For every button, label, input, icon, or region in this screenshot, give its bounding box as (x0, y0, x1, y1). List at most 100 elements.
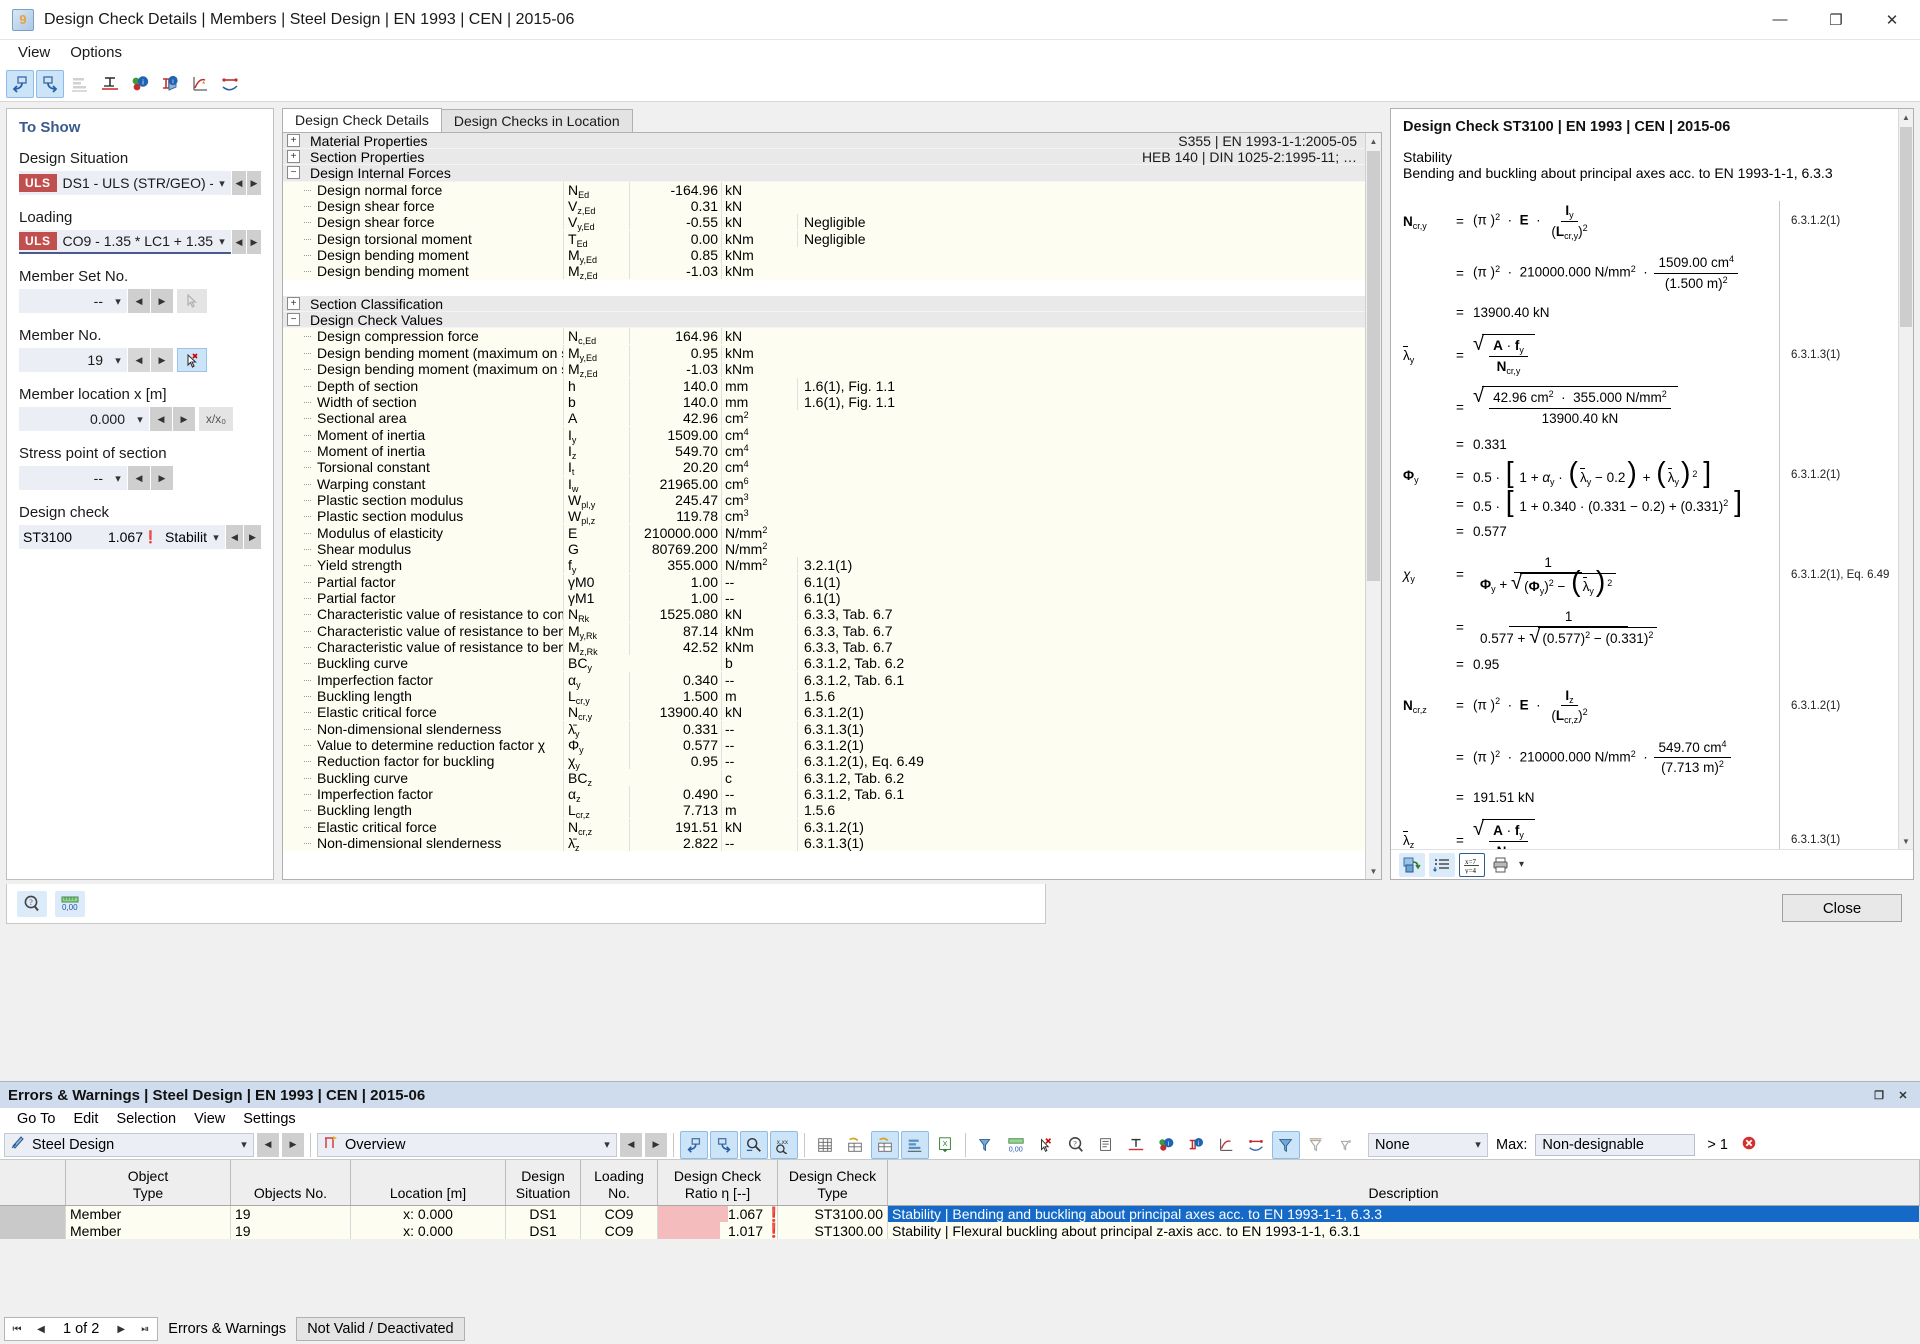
menu-item-view[interactable]: View (8, 42, 60, 63)
formula-values-icon[interactable]: x=7 y=4 (1459, 852, 1485, 877)
tree-row[interactable]: Partial factor γM1 1.00 -- 6.1(1) (283, 589, 1365, 607)
tree-row[interactable]: Width of section b 140.0 mm 1.6(1), Fig. 1.1 (283, 393, 1365, 411)
view-prev-button[interactable]: ◀ (620, 1132, 642, 1157)
bw-diagram-icon[interactable] (1212, 1131, 1240, 1159)
tree-row[interactable]: Design bending moment (maximum on segmen… (283, 344, 1365, 363)
last-page-icon[interactable]: ⏯ (133, 1324, 157, 1335)
tree-row[interactable]: Depth of section h 140.0 mm 1.6(1), Fig. 1.1 (283, 377, 1365, 394)
chevron-down-icon[interactable]: ▾ (109, 354, 127, 367)
diagram-icon[interactable] (186, 70, 214, 98)
stress-point-prev-button[interactable]: ◀ (128, 466, 150, 490)
print-dropdown-icon[interactable]: ▾ (1519, 859, 1524, 870)
tree-row[interactable]: Non-dimensional slenderness λ̄z 2.822 -- 6.3… (283, 834, 1365, 853)
tree-row[interactable]: Design torsional moment TEd 0.00 kNm Negligi… (283, 230, 1365, 249)
member-location-prev-button[interactable]: ◀ (150, 407, 172, 431)
chevron-down-icon[interactable]: ▾ (131, 413, 149, 426)
chevron-down-icon[interactable]: ▾ (1469, 1138, 1487, 1151)
tree-row[interactable]: Buckling curve BCz c 6.3.1.2, Tab. 6.2 (283, 769, 1365, 788)
loading-combo[interactable]: ULS CO9 - 1.35 * LC1 + 1.35 * LC2 + … ▾ (19, 230, 231, 254)
design-situation-next-button[interactable]: ▶ (247, 171, 261, 195)
print-icon[interactable] (1489, 853, 1515, 877)
chevron-down-icon[interactable]: ▾ (207, 531, 225, 544)
relative-location-button[interactable]: x/x₀ (199, 407, 233, 431)
bw-units-icon[interactable]: 0,00 (1002, 1131, 1030, 1159)
tree-row[interactable]: Non-dimensional slenderness λ̄y 0.331 -- 6.3… (283, 720, 1365, 739)
scroll-down-icon[interactable]: ▼ (1899, 833, 1913, 849)
tree-row[interactable]: Buckling curve BCy b 6.3.1.2, Tab. 6.2 (283, 655, 1365, 673)
filter-combo[interactable]: None ▾ (1368, 1132, 1488, 1157)
tree-scrollbar[interactable]: ▲ ▼ (1365, 133, 1381, 879)
tree-row[interactable]: Design shear force Vy,Ed -0.55 kN Negligible (283, 214, 1365, 232)
tree-row[interactable]: Modulus of elasticity E 210000.000 N/mm2 (283, 524, 1365, 541)
design-situation-combo[interactable]: ULS DS1 - ULS (STR/GEO) - Permane… ▾ (19, 171, 231, 195)
tree-row[interactable]: Buckling length Lcr,y 1.500 m 1.5.6 (283, 687, 1365, 706)
member-set-next-button[interactable]: ▶ (151, 289, 173, 313)
tree-row[interactable]: Shear modulus G 80769.200 N/mm2 (283, 540, 1365, 558)
tree-row[interactable]: Plastic section modulus Wpl,z 119.78 cm3 (283, 508, 1365, 526)
module-combo[interactable]: Steel Design ▾ (4, 1132, 254, 1157)
material-info-icon[interactable]: i (126, 70, 154, 98)
bw-menu-settings[interactable]: Settings (234, 1110, 304, 1128)
tree-row[interactable]: Elastic critical force Ncr,z 191.51 kN 6.3.1… (283, 818, 1365, 837)
bw-filter-2-icon[interactable] (1302, 1131, 1330, 1159)
list-icon[interactable] (1429, 852, 1455, 877)
close-button[interactable]: Close (1782, 894, 1902, 922)
help-icon[interactable]: ? (17, 890, 47, 917)
group-section-classification[interactable]: + Section Classification (283, 296, 1365, 313)
next-check-icon[interactable] (36, 69, 64, 98)
chevron-down-icon[interactable]: ▾ (213, 235, 231, 248)
bw-table-icon[interactable] (811, 1131, 839, 1159)
scroll-up-icon[interactable]: ▲ (1899, 109, 1913, 125)
maximize-icon[interactable]: ❐ (1808, 0, 1864, 40)
column-header[interactable]: Description (888, 1160, 1920, 1205)
tree-row[interactable]: Characteristic value of resistance to be… (283, 622, 1365, 641)
bw-filter-3-icon[interactable] (1332, 1131, 1360, 1159)
tree-row[interactable]: Imperfection factor αz 0.490 -- 6.3.1.2, Tab… (283, 785, 1365, 804)
tab-errors-warnings[interactable]: Errors & Warnings (158, 1317, 296, 1341)
tab-design-checks-in-location[interactable]: Design Checks in Location (440, 109, 633, 132)
bw-section-info-icon[interactable]: i (1182, 1131, 1210, 1159)
expander-icon[interactable]: + (287, 134, 300, 148)
stress-point-combo[interactable]: -- ▾ (19, 466, 127, 490)
member-set-prev-button[interactable]: ◀ (128, 289, 150, 313)
bw-close-icon[interactable]: ✕ (1892, 1085, 1914, 1105)
tree-row[interactable]: Reduction factor for buckling χy 0.95 -- 6.3… (283, 753, 1365, 771)
tree-row[interactable]: Warping constant Iw 21965.00 cm6 (283, 475, 1365, 494)
tree-row[interactable]: Torsional constant It 20.20 cm4 (283, 459, 1365, 477)
export-icon[interactable] (1399, 852, 1425, 877)
view-combo[interactable]: Overview ▾ (317, 1132, 617, 1157)
chevron-down-icon[interactable]: ▾ (109, 295, 127, 308)
bw-help-icon[interactable]: ? (1062, 1131, 1090, 1159)
bw-table-filter-icon[interactable] (871, 1130, 899, 1159)
bw-filter-active-icon[interactable] (1272, 1130, 1300, 1159)
chevron-down-icon[interactable]: ▾ (235, 1138, 253, 1151)
column-header[interactable]: Design Situation (506, 1160, 581, 1205)
member-set-combo[interactable]: -- ▾ (19, 289, 127, 313)
group-material-properties[interactable]: + Material Properties S355 | EN 1993-1-1… (283, 133, 1365, 150)
prev-page-icon[interactable]: ◀ (29, 1324, 53, 1335)
stress-point-next-button[interactable]: ▶ (151, 466, 173, 490)
bw-menu-goto[interactable]: Go To (8, 1110, 64, 1128)
table-row[interactable]: Member19x: 0.000DS1CO91.067❗ST3100.00Sta… (0, 1206, 1920, 1223)
tree-row[interactable]: Elastic critical force Ncr,y 13900.40 kN 6.3… (283, 704, 1365, 722)
bw-filter-funnel-icon[interactable] (972, 1131, 1000, 1159)
module-prev-button[interactable]: ◀ (257, 1132, 279, 1157)
bw-menu-view[interactable]: View (185, 1110, 234, 1128)
tree-row[interactable]: Value to determine reduction factor χ Φy 0… (283, 736, 1365, 755)
tree-row[interactable]: Sectional area A 42.96 cm2 (283, 410, 1365, 427)
bw-previous-icon[interactable] (680, 1130, 708, 1159)
tree-row[interactable]: Yield strength fy 355.000 N/mm2 3.2.1(1) (283, 557, 1365, 575)
error-indicator-icon[interactable] (1740, 1134, 1758, 1156)
scroll-up-icon[interactable]: ▲ (1366, 133, 1381, 149)
member-no-prev-button[interactable]: ◀ (128, 348, 150, 372)
tree-row[interactable]: Design normal force NEd -164.96 kN (283, 181, 1365, 200)
loading-next-button[interactable]: ▶ (247, 230, 261, 254)
bw-excel-export-icon[interactable]: X (931, 1131, 959, 1159)
expander-icon[interactable]: − (287, 313, 300, 327)
bw-next-icon[interactable] (710, 1130, 738, 1159)
previous-check-icon[interactable] (6, 69, 34, 98)
minimize-icon[interactable]: — (1752, 0, 1808, 40)
tree-row[interactable]: Moment of inertia Iy 1509.00 cm4 (283, 426, 1365, 445)
bw-deselect-icon[interactable] (1032, 1131, 1060, 1159)
max-value-field[interactable]: Non-designable (1535, 1133, 1696, 1156)
